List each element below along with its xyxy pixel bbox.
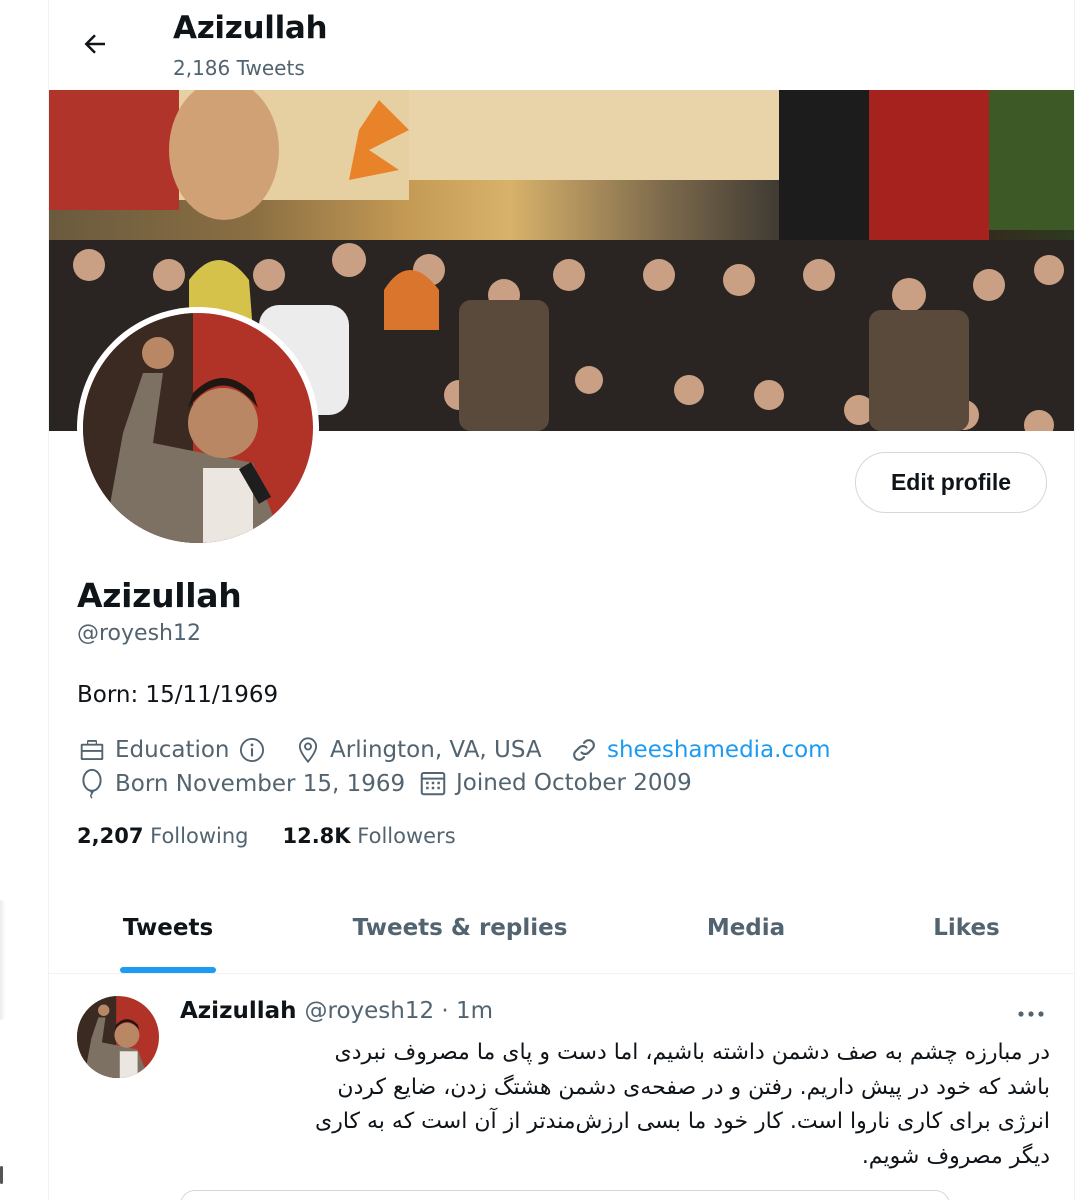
window-edge-mark — [0, 1166, 3, 1184]
profile-name: Azizullah — [77, 576, 242, 615]
followers-label: Followers — [357, 824, 456, 848]
header-title: Azizullah — [173, 10, 328, 46]
tweet-author-name[interactable]: Azizullah — [180, 998, 297, 1024]
window-edge-shadow — [0, 900, 6, 1020]
profile-tabs: Tweets Tweets & replies Media Likes — [49, 882, 1074, 974]
following-label: Following — [150, 824, 249, 848]
profile-avatar[interactable] — [77, 307, 319, 549]
tab-tweets[interactable]: Tweets — [49, 882, 287, 974]
tab-likes[interactable]: Likes — [859, 882, 1074, 974]
birthday-label: Born November 15, 1969 — [115, 771, 406, 797]
profile-header: Azizullah 2,186 Tweets — [49, 0, 1074, 90]
followers-stat[interactable]: 12.8K Followers — [282, 824, 455, 848]
link-icon — [573, 739, 595, 761]
following-count: 2,207 — [77, 824, 144, 848]
tweet-line: در مبارزه چشم به صف دشمن داشته باشیم، ام… — [334, 1040, 1050, 1065]
category-label: Education — [115, 737, 230, 763]
profile-website[interactable]: sheeshamedia.com — [569, 735, 831, 765]
edit-profile-button[interactable]: Edit profile — [855, 452, 1047, 513]
column-border-right — [1074, 0, 1075, 1200]
tweet-line: انرژی برای کاری ناروا است. کار خود ما بس… — [314, 1109, 1050, 1134]
active-tab-indicator — [120, 967, 216, 973]
tweet-line: باشد که خود در پیش داریم. رفتن و در صفحه… — [337, 1074, 1050, 1100]
profile-joined: Joined October 2009 — [418, 768, 692, 798]
following-stat[interactable]: 2,207 Following — [77, 824, 248, 848]
tab-tweets-replies[interactable]: Tweets & replies — [287, 882, 633, 974]
tweet-header: Azizullah @royesh12 · 1m — [180, 998, 493, 1024]
tweet-avatar[interactable] — [77, 996, 159, 1078]
tweet-text: در مبارزه چشم به صف دشمن داشته باشیم، ام… — [200, 1036, 1050, 1174]
tweet-media-card[interactable] — [180, 1190, 950, 1200]
follow-stats: 2,207 Following 12.8K Followers — [77, 824, 490, 848]
info-icon[interactable] — [238, 736, 266, 764]
calendar-icon — [420, 772, 446, 796]
profile-category: Education — [77, 735, 274, 765]
tweet-author-meta: @royesh12 · 1m — [304, 998, 494, 1024]
balloon-icon — [82, 768, 102, 799]
joined-label: Joined October 2009 — [456, 770, 692, 796]
more-horizontal-icon — [1018, 1011, 1044, 1017]
profile-handle: @royesh12 — [77, 621, 201, 646]
tweet-line: دیگر مصروف شویم. — [861, 1143, 1050, 1169]
profile-location: Arlington, VA, USA — [294, 735, 542, 765]
briefcase-icon — [80, 740, 104, 760]
tab-media[interactable]: Media — [633, 882, 859, 974]
back-button[interactable] — [73, 22, 117, 66]
followers-count: 12.8K — [282, 824, 351, 848]
website-link[interactable]: sheeshamedia.com — [607, 737, 831, 763]
profile-birthday: Born November 15, 1969 — [77, 768, 405, 800]
profile-bio: Born: 15/11/1969 — [77, 682, 279, 708]
location-pin-icon — [298, 737, 318, 764]
location-label: Arlington, VA, USA — [330, 737, 542, 763]
arrow-left-icon — [84, 34, 105, 54]
tweet-more-button[interactable] — [1012, 1000, 1050, 1028]
header-tweet-count: 2,186 Tweets — [173, 56, 305, 80]
